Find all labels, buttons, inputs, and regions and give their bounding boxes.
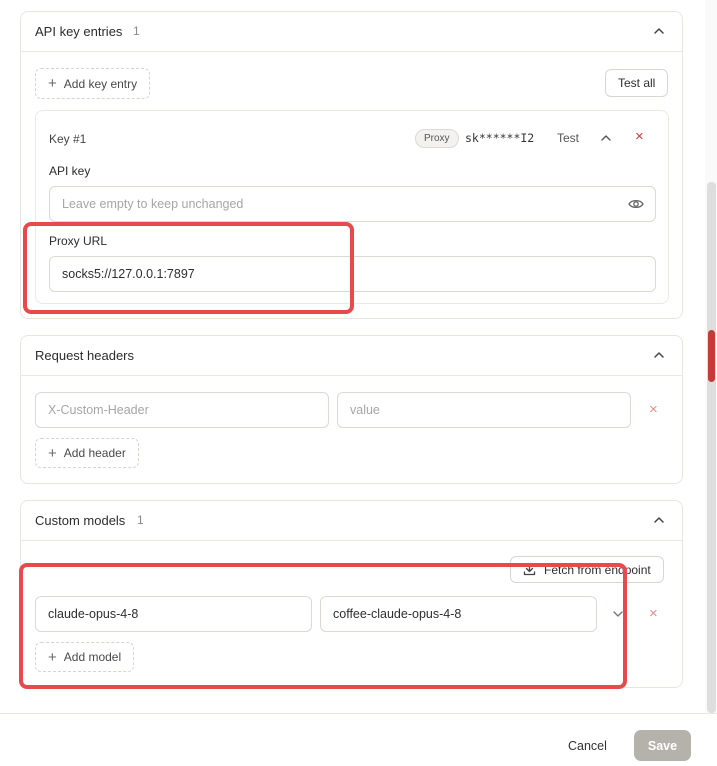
proxy-url-label: Proxy URL [49,234,108,248]
chevron-up-icon[interactable] [652,24,666,38]
model-count: 1 [137,513,144,527]
test-all-label: Test all [618,76,656,90]
api-key-label: API key [49,164,91,178]
plus-icon: + [48,75,57,92]
scrollbar-thumb[interactable] [707,182,716,713]
header-name-placeholder: X-Custom-Header [48,403,149,417]
model-alias-input[interactable]: coffee-claude-opus-4-8 [320,596,597,632]
key-entry-title: Key #1 [49,132,87,146]
dialog-scroll-area: API key entries 1 + Add key entry Test a… [0,0,705,713]
test-all-button[interactable]: Test all [605,69,669,97]
chevron-up-icon[interactable] [652,513,666,527]
proxy-url-value: socks5://127.0.0.1:7897 [62,267,195,281]
chevron-down-icon[interactable] [611,607,625,624]
model-id-value: claude-opus-4-8 [48,607,139,621]
proxy-badge: Proxy [415,129,459,148]
custom-models-section: Custom models 1 Fetch from endpoint clau… [20,500,683,688]
header-value-input[interactable]: value [337,392,631,428]
add-header-label: Add header [63,446,126,460]
add-model-button[interactable]: + Add model [35,642,135,672]
add-model-label: Add model [63,650,122,664]
chevron-up-icon[interactable] [652,348,666,362]
add-key-entry-label: Add key entry [63,76,138,91]
header-value-placeholder: value [350,403,380,417]
api-key-input[interactable]: Leave empty to keep unchanged [49,186,656,222]
request-headers-header[interactable]: Request headers [21,336,682,376]
cancel-button[interactable]: Cancel [568,739,607,753]
model-id-input[interactable]: claude-opus-4-8 [35,596,312,632]
save-label: Save [647,738,678,753]
plus-icon: + [48,444,57,462]
section-title: Request headers [35,348,135,363]
header-name-input[interactable]: X-Custom-Header [35,392,329,428]
add-key-entry-button[interactable]: + Add key entry [35,68,151,99]
fetch-from-endpoint-label: Fetch from endpoint [544,562,651,577]
entry-count: 1 [133,24,140,38]
dialog-footer: Cancel Save [0,713,717,766]
key-entry-card: Key #1 Proxy sk******I2 Test × API key L… [35,110,669,304]
request-headers-section: Request headers X-Custom-Header value × … [20,335,683,484]
model-alias-value: coffee-claude-opus-4-8 [333,607,462,621]
close-icon[interactable]: × [649,402,658,417]
add-header-button[interactable]: + Add header [35,438,139,468]
scroll-position-marker [708,330,715,382]
save-button[interactable]: Save [634,730,691,761]
api-key-entries-section: API key entries 1 + Add key entry Test a… [20,11,683,319]
download-icon [523,563,536,576]
plus-icon: + [48,648,57,666]
section-title: Custom models [35,513,126,528]
test-key-button[interactable]: Test [557,131,579,145]
masked-key: sk******I2 [465,131,535,145]
chevron-up-icon[interactable] [599,131,613,148]
api-key-entries-header[interactable]: API key entries 1 [21,12,682,52]
close-icon[interactable]: × [635,129,644,144]
proxy-url-input[interactable]: socks5://127.0.0.1:7897 [49,256,656,292]
fetch-from-endpoint-button[interactable]: Fetch from endpoint [510,556,664,583]
close-icon[interactable]: × [649,606,658,621]
eye-icon[interactable] [628,197,644,214]
section-title: API key entries [35,24,123,39]
custom-models-header[interactable]: Custom models 1 [21,501,682,541]
api-key-placeholder: Leave empty to keep unchanged [62,197,244,211]
